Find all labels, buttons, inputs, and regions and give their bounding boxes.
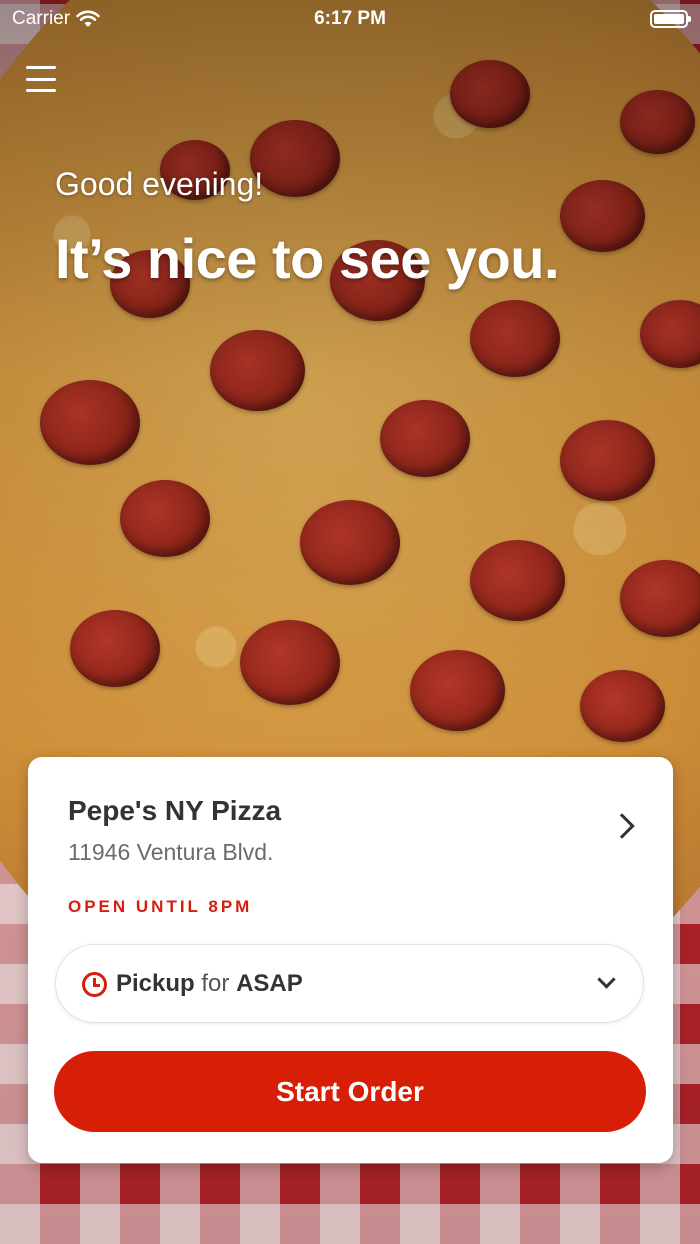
store-card: Pepe's NY Pizza 11946 Ventura Blvd. OPEN…	[28, 757, 673, 1163]
chevron-down-icon	[597, 970, 616, 989]
chevron-right-icon	[609, 813, 635, 839]
status-time: 6:17 PM	[314, 8, 386, 29]
hours-status: OPEN UNTIL 8PM	[68, 897, 253, 916]
store-details-link[interactable]: Pepe's NY Pizza 11946 Ventura Blvd.	[28, 757, 673, 877]
start-order-button[interactable]: Start Order	[54, 1051, 646, 1132]
clock-icon	[82, 972, 107, 997]
hamburger-menu-icon[interactable]	[26, 66, 56, 92]
status-bar: Carrier 6:17 PM	[0, 0, 700, 40]
order-mode-label: Pickup for ASAP	[116, 970, 303, 998]
battery-icon	[650, 10, 691, 28]
welcome-headline: It’s nice to see you.	[55, 227, 560, 290]
order-mode-time: ASAP	[236, 970, 303, 997]
order-mode-dropdown[interactable]: Pickup for ASAP	[55, 944, 644, 1023]
store-address: 11946 Ventura Blvd.	[68, 839, 274, 865]
order-mode-type: Pickup	[116, 970, 195, 997]
store-name: Pepe's NY Pizza	[68, 795, 282, 826]
order-mode-connector: for	[201, 970, 230, 997]
greeting-text: Good evening!	[55, 166, 264, 202]
